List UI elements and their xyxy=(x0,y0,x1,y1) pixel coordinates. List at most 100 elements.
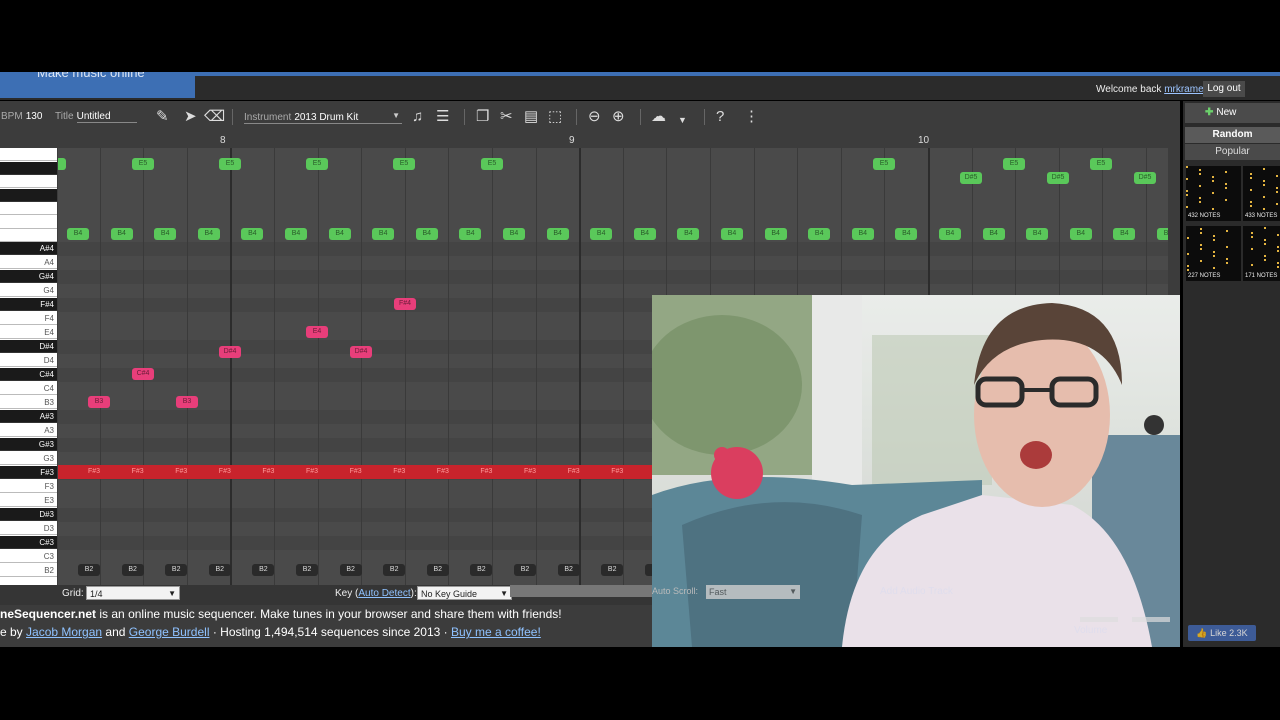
add-audio-track-button[interactable]: Add Audio Track xyxy=(880,586,953,597)
drum-note[interactable]: B4 xyxy=(110,228,133,240)
piano-key[interactable]: C4 xyxy=(0,382,57,395)
piano-key[interactable]: D3 xyxy=(0,522,57,535)
bpm-value[interactable]: 130 xyxy=(26,111,43,122)
fs3-note[interactable]: F#3 xyxy=(480,465,492,479)
fs3-note[interactable]: F#3 xyxy=(132,465,144,479)
drum-note[interactable]: B4 xyxy=(633,228,656,240)
drum-note[interactable]: E5 xyxy=(132,158,154,170)
drum-note[interactable]: E5 xyxy=(219,158,241,170)
piano-key[interactable]: F#4 xyxy=(0,298,57,311)
cloud-upload-icon[interactable]: ☁ xyxy=(651,109,666,125)
piano-key[interactable]: A#4 xyxy=(0,242,57,255)
drum-note[interactable]: E5 xyxy=(306,158,328,170)
help-icon[interactable]: ? xyxy=(716,109,724,125)
drum-note[interactable]: B4 xyxy=(677,228,700,240)
drum-note[interactable]: B4 xyxy=(415,228,438,240)
fs3-note[interactable]: F#3 xyxy=(262,465,274,479)
drum-note[interactable]: E5 xyxy=(873,158,895,170)
new-sequence-button[interactable]: ✚New Sequence xyxy=(1185,103,1280,138)
dropdown-icon[interactable]: ▼ xyxy=(678,112,687,128)
bass-note[interactable]: B2 xyxy=(165,564,188,576)
melody-note[interactable]: D#4 xyxy=(219,346,241,358)
drum-note[interactable]: B4 xyxy=(590,228,613,240)
piano-key[interactable]: G4 xyxy=(0,284,57,297)
melody-note[interactable]: F#4 xyxy=(394,298,416,310)
pointer-icon[interactable]: ➤ xyxy=(184,109,197,125)
drum-note[interactable]: B4 xyxy=(154,228,177,240)
piano-key[interactable]: C#3 xyxy=(0,536,57,549)
fs3-note[interactable]: F#3 xyxy=(437,465,449,479)
drum-note[interactable]: B4 xyxy=(982,228,1005,240)
piano-key[interactable]: A3 xyxy=(0,424,57,437)
sequence-thumbnail[interactable]: 432 NOTES xyxy=(1186,166,1241,221)
drum-note[interactable]: B4 xyxy=(1026,228,1049,240)
melody-note[interactable]: B3 xyxy=(88,396,110,408)
melody-note[interactable]: E4 xyxy=(306,326,328,338)
piano-key[interactable]: D4 xyxy=(0,354,57,367)
drum-note[interactable]: B4 xyxy=(67,228,89,240)
logout-button[interactable]: Log out xyxy=(1203,81,1245,97)
zoom-out-icon[interactable]: ⊖ xyxy=(588,109,601,125)
username-link[interactable]: mrkramer xyxy=(1164,84,1207,95)
facebook-like-button[interactable]: 👍 Like 2.3K xyxy=(1188,625,1256,641)
drum-note[interactable]: B4 xyxy=(851,228,874,240)
fs3-note[interactable]: F#3 xyxy=(350,465,362,479)
cut-icon[interactable]: ✂ xyxy=(500,109,513,125)
drum-note[interactable]: B4 xyxy=(546,228,569,240)
melody-note[interactable]: C#4 xyxy=(132,368,154,380)
author-link[interactable]: George Burdell xyxy=(129,625,210,639)
melody-note[interactable]: B3 xyxy=(176,396,198,408)
tab-random[interactable]: Random xyxy=(1185,127,1280,143)
drum-note[interactable]: B4 xyxy=(372,228,395,240)
key-select[interactable]: No Key Guide ▼ xyxy=(417,586,512,600)
drum-note[interactable]: B4 xyxy=(1069,228,1092,240)
drum-note[interactable]: E5 xyxy=(1090,158,1112,170)
drum-note[interactable]: E5 xyxy=(393,158,415,170)
highlighted-note-row[interactable]: F#3 F#3 F#3 F#3 F#3 F#3 F#3 F#3 F#3 F#3 F#3 F#3 F#3 xyxy=(58,465,652,479)
melody-note[interactable]: D#4 xyxy=(350,346,372,358)
piano-key[interactable]: D#3 xyxy=(0,508,57,521)
piano-key[interactable]: D#4 xyxy=(0,340,57,353)
piano-key[interactable] xyxy=(0,202,57,215)
drum-note[interactable]: E5 xyxy=(481,158,503,170)
piano-key[interactable] xyxy=(0,215,57,229)
bass-note[interactable]: B2 xyxy=(252,564,275,576)
volume-slider[interactable] xyxy=(1080,617,1118,622)
piano-key[interactable] xyxy=(0,175,57,188)
horizontal-scrollbar[interactable] xyxy=(510,585,652,597)
drum-note[interactable]: B4 xyxy=(197,228,220,240)
piano-key[interactable]: A#3 xyxy=(0,410,57,423)
site-tagline[interactable]: Make music online xyxy=(0,72,195,98)
piano-key[interactable]: F4 xyxy=(0,312,57,325)
piano-key[interactable]: G#4 xyxy=(0,270,57,283)
piano-key[interactable]: A4 xyxy=(0,256,57,269)
sequence-thumbnail[interactable]: 227 NOTES xyxy=(1186,226,1241,281)
drum-note[interactable]: B4 xyxy=(503,228,525,240)
title-input[interactable]: Untitled xyxy=(76,111,137,123)
drum-note[interactable]: B4 xyxy=(241,228,264,240)
bass-note[interactable]: B2 xyxy=(514,564,536,576)
drum-note[interactable]: B4 xyxy=(1113,228,1136,240)
piano-key[interactable] xyxy=(0,229,57,242)
piano-key[interactable] xyxy=(0,188,57,202)
sequence-thumbnail[interactable]: 171 NOTES xyxy=(1243,226,1280,281)
bass-note[interactable]: B2 xyxy=(121,564,144,576)
grid-select[interactable]: 1/4 ▼ xyxy=(86,586,180,600)
bass-note[interactable]: B2 xyxy=(426,564,449,576)
piano-key[interactable]: B3 xyxy=(0,396,57,409)
drum-note[interactable]: B4 xyxy=(764,228,787,240)
drum-note[interactable]: D#5 xyxy=(1134,172,1156,184)
piano-key[interactable]: B2 xyxy=(0,564,57,577)
drum-note[interactable]: B4 xyxy=(895,228,918,240)
piano-key[interactable]: F#3 xyxy=(0,466,57,479)
drum-note[interactable]: B4 xyxy=(939,228,961,240)
more-icon[interactable]: ⋮ xyxy=(744,109,759,125)
piano-key[interactable] xyxy=(0,148,57,161)
auto-scroll-select[interactable]: Fast ▼ xyxy=(706,585,800,599)
fs3-note[interactable]: F#3 xyxy=(175,465,187,479)
select-icon[interactable]: ⬚ xyxy=(548,109,562,125)
drum-note[interactable]: D#5 xyxy=(1047,172,1069,184)
drum-note[interactable]: B4 xyxy=(721,228,743,240)
piano-key[interactable]: E4 xyxy=(0,326,57,339)
piano-key[interactable]: C#4 xyxy=(0,368,57,381)
